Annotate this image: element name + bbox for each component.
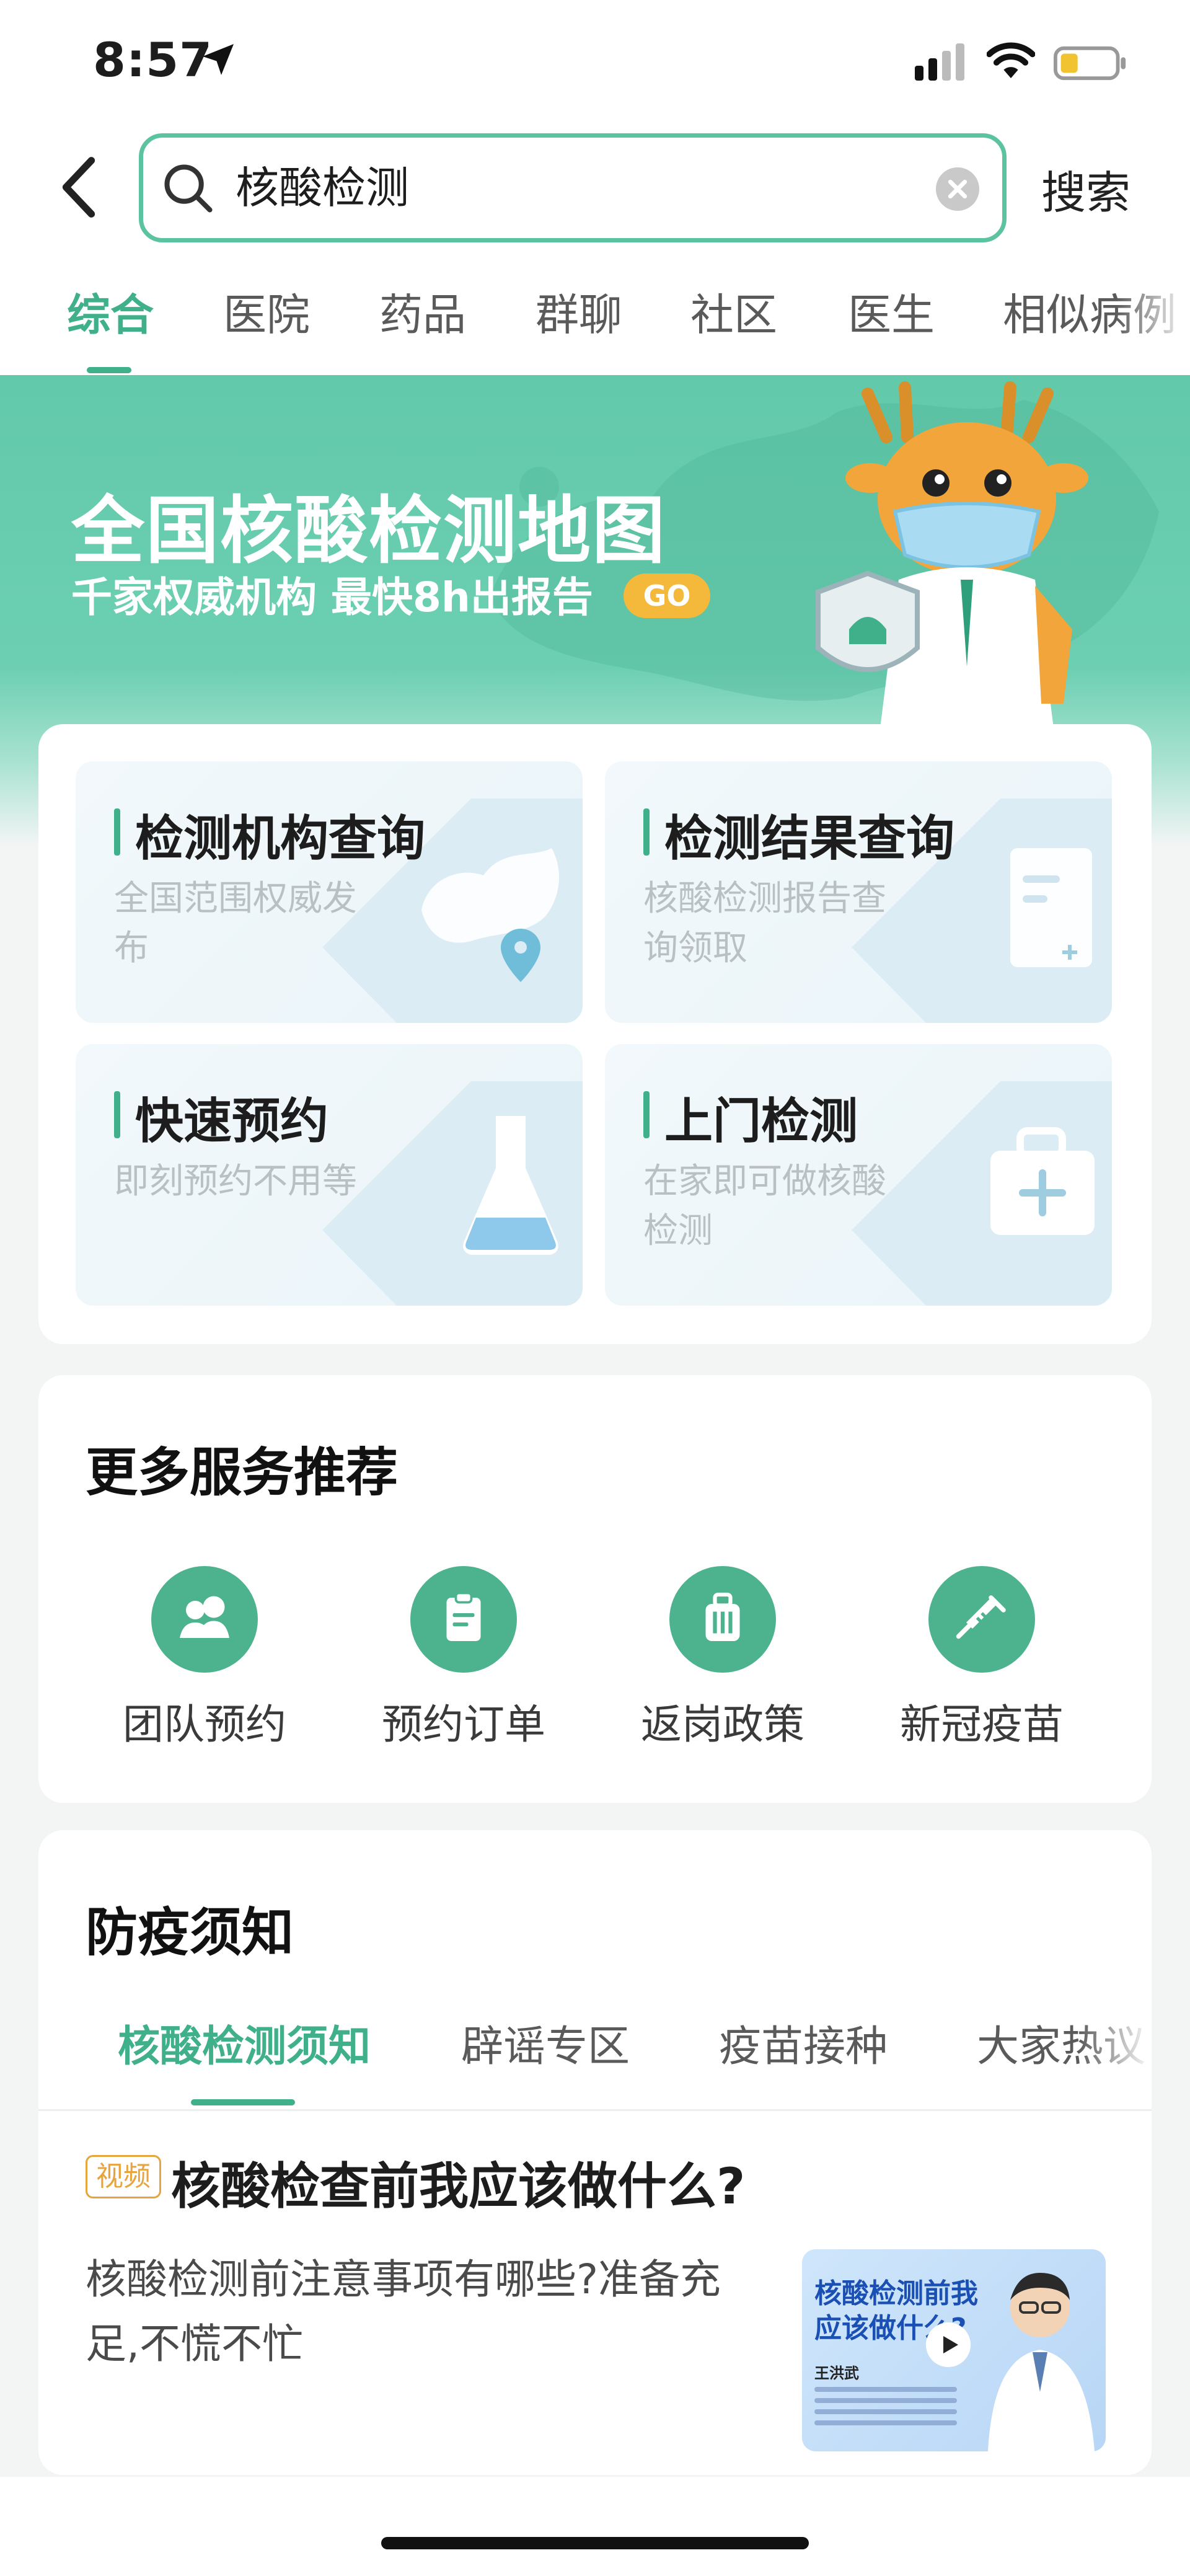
quick-item-label: 返岗政策 [641, 1701, 804, 1748]
tile-accent-bar [114, 1091, 120, 1138]
tab-doctor[interactable]: 医生 [848, 280, 935, 343]
quick-item-circle [410, 1566, 517, 1673]
video-badge: 视频 [86, 2155, 161, 2198]
service-tile-home-testing[interactable]: 上门检测 在家即可做核酸检测 [605, 1044, 1112, 1306]
tab-community[interactable]: 社区 [690, 280, 777, 343]
wifi-icon [987, 42, 1035, 79]
thumbnail-doctor-name: 王洪武 [814, 2365, 859, 2382]
play-icon[interactable] [926, 2322, 971, 2367]
quick-item-covid-vaccine[interactable]: 新冠疫苗 [876, 1566, 1087, 1751]
thumbnail-caption-lines [814, 2387, 957, 2432]
order-icon [446, 1591, 481, 1641]
search-button[interactable]: 搜索 [1041, 156, 1130, 221]
video-thumbnail[interactable]: 核酸检测前我应该做什么? 王洪武 [802, 2249, 1106, 2451]
tile-description: 核酸检测报告查询领取 [643, 879, 886, 968]
tab-comprehensive[interactable]: 综合 [67, 280, 154, 343]
subtab-active-indicator [191, 2099, 295, 2105]
quick-item-circle [151, 1566, 258, 1673]
quick-item-label: 预约订单 [382, 1701, 545, 1748]
subtab-testing-notice[interactable]: 核酸检测须知 [118, 2012, 371, 2073]
tab-medicine[interactable]: 药品 [379, 280, 466, 343]
article-title[interactable]: 核酸检查前我应该做什么? [171, 2146, 745, 2218]
tile-title: 上门检测 [664, 1094, 858, 1149]
notice-title: 防疫须知 [86, 1902, 294, 1963]
quick-item-circle [669, 1566, 776, 1673]
tile-description: 即刻预约不用等 [114, 1161, 357, 1202]
banner-title: 全国核酸检测地图 [71, 488, 667, 573]
search-input[interactable] [236, 146, 917, 229]
tile-description: 在家即可做核酸检测 [643, 1161, 886, 1251]
tile-accent-bar [643, 1091, 650, 1138]
status-time: 8:57 [93, 32, 213, 87]
banner-subtitle: 千家权威机构 最快8h出报告 [71, 573, 593, 621]
subtab-fade [1078, 1996, 1152, 2083]
quick-item-label: 团队预约 [123, 1701, 286, 1748]
tab-hospital[interactable]: 医院 [223, 280, 310, 343]
tile-title: 快速预约 [135, 1094, 329, 1149]
banner-go-button[interactable]: GO [624, 573, 710, 618]
quick-item-label: 新冠疫苗 [900, 1701, 1064, 1748]
tab-active-indicator [87, 367, 131, 373]
tile-description: 全国范围权威发布 [114, 879, 357, 968]
service-tile-quick-booking[interactable]: 快速预约 即刻预约不用等 [76, 1044, 583, 1306]
subtab-divider [38, 2109, 1152, 2111]
cellular-signal-icon [915, 43, 964, 81]
tab-fade [1116, 260, 1190, 366]
mascot-icon [816, 381, 1088, 728]
tab-group-chat[interactable]: 群聊 [536, 280, 622, 343]
clear-icon[interactable] [936, 167, 979, 211]
tile-accent-bar [643, 808, 650, 856]
more-services-title: 更多服务推荐 [86, 1442, 399, 1503]
tile-accent-bar [114, 808, 120, 856]
home-indicator[interactable] [381, 2537, 809, 2549]
service-tile-institution-query[interactable]: 检测机构查询 全国范围权威发布 [76, 761, 583, 1023]
search-icon [164, 164, 213, 213]
doctor-portrait-icon [988, 2273, 1095, 2451]
battery-icon [1054, 46, 1126, 81]
back-button[interactable] [57, 156, 100, 218]
team-icon [180, 1596, 229, 1638]
quick-item-circle [928, 1566, 1035, 1673]
quick-item-team-booking[interactable]: 团队预约 [99, 1566, 310, 1751]
home-indicator-area [0, 2477, 1190, 2576]
quick-item-return-policy[interactable]: 返岗政策 [617, 1566, 828, 1751]
luggage-icon [705, 1592, 740, 1641]
article-summary[interactable]: 核酸检测前注意事项有哪些?准备充足,不慌不忙 [86, 2247, 767, 2376]
tile-title: 检测机构查询 [135, 811, 426, 867]
subtab-vaccination[interactable]: 疫苗接种 [719, 2012, 888, 2073]
location-arrow-icon [203, 44, 234, 75]
syringe-icon [956, 1595, 1006, 1639]
tile-title: 检测结果查询 [664, 811, 955, 867]
quick-item-booking-orders[interactable]: 预约订单 [358, 1566, 569, 1751]
subtab-rumor-busting[interactable]: 辟谣专区 [461, 2012, 630, 2073]
service-tile-result-query[interactable]: 检测结果查询 核酸检测报告查询领取 [605, 761, 1112, 1023]
